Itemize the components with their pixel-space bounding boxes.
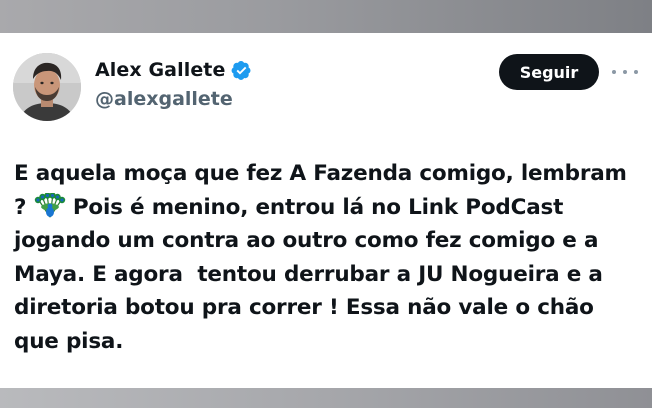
more-dot <box>634 70 638 74</box>
top-background-band <box>0 0 652 33</box>
more-dot <box>612 70 616 74</box>
verified-badge-icon <box>232 60 251 80</box>
peacock-emoji-icon <box>34 192 65 217</box>
more-options-icon[interactable] <box>612 62 638 82</box>
avatar-photo <box>13 53 81 121</box>
more-dot <box>623 70 627 74</box>
author-name-row: Alex Gallete <box>95 59 252 81</box>
bottom-background-band <box>0 388 652 408</box>
author-display-name[interactable]: Alex Gallete <box>95 59 225 81</box>
follow-button[interactable]: Seguir <box>499 54 599 90</box>
tweet-text: E aquela moça que fez A Fazenda comigo, … <box>14 157 644 358</box>
tweet-card: Alex Gallete @alexgallete Seguir E aquel… <box>0 33 652 388</box>
author-handle[interactable]: @alexgallete <box>95 88 233 110</box>
avatar[interactable] <box>13 53 81 121</box>
tweet-text-part2: Pois é menino, entrou lá no Link PodCast… <box>14 194 611 354</box>
